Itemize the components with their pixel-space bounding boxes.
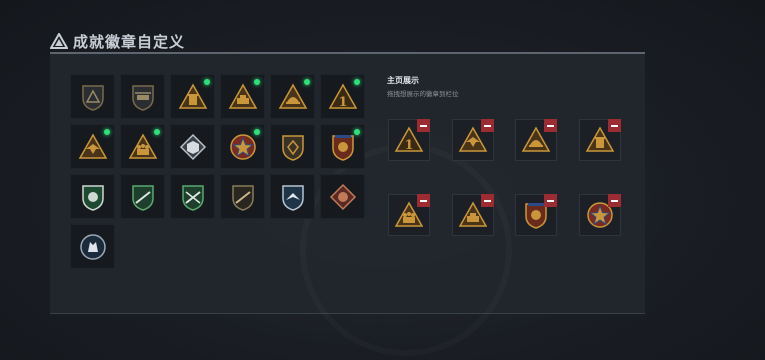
display-slot[interactable] [452,194,494,236]
new-indicator-dot [354,129,360,135]
minus-icon [611,124,618,127]
dark-round-rifle-icon [228,182,258,212]
gold-triangle-helmet-icon [278,82,308,112]
homepage-display-hint: 拖拽想展示的徽章到栏位 [387,90,459,98]
display-slot[interactable] [452,119,494,161]
badge-customize-panel: 1 主页展示 拖拽想展示的徽章到栏位 1 [50,52,645,314]
silver-diamond-cube-icon [178,132,208,162]
badge-cell[interactable] [70,174,115,219]
triangle-emblem-dark-icon [78,82,108,112]
badge-cell[interactable] [170,174,215,219]
round-wolf-medal-icon [78,232,108,262]
badge-cell[interactable] [270,174,315,219]
badge-cell[interactable] [170,124,215,169]
green-shield-lion-icon [78,182,108,212]
gold-triangle-soldiers-icon [128,132,158,162]
page-title: 成就徽章自定义 [73,32,186,51]
new-indicator-dot [254,79,260,85]
helicopter-emblem-icon [128,82,158,112]
badge-cell[interactable] [70,124,115,169]
new-indicator-dot [304,79,310,85]
remove-badge-button[interactable] [544,194,557,207]
badge-cell[interactable] [170,74,215,119]
svg-text:1: 1 [404,138,413,153]
achievement-triangle-icon [50,33,68,49]
gold-shield-emblem-icon [278,132,308,162]
remove-badge-button[interactable] [417,119,430,132]
red-diamond-crest-icon [328,182,358,212]
display-slot[interactable] [515,194,557,236]
new-indicator-dot [154,129,160,135]
display-slot[interactable] [579,194,621,236]
minus-icon [547,199,554,202]
svg-text:1: 1 [338,95,347,110]
minus-icon [547,124,554,127]
remove-badge-button[interactable] [481,194,494,207]
badge-cell[interactable] [120,74,165,119]
badge-cell[interactable] [120,174,165,219]
remove-badge-button[interactable] [608,194,621,207]
badge-cell[interactable] [220,74,265,119]
badge-cell[interactable]: 1 [320,74,365,119]
new-indicator-dot [104,129,110,135]
gold-triangle-eagle-icon [78,132,108,162]
display-slot[interactable]: 1 [388,119,430,161]
new-indicator-dot [354,79,360,85]
green-wreath-rifle-icon [128,182,158,212]
page-title-bar: 成就徽章自定义 [50,30,185,52]
minus-icon [420,124,427,127]
badge-cell[interactable] [270,74,315,119]
gold-triangle-number-1-icon: 1 [328,82,358,112]
blue-shield-wing-icon [278,182,308,212]
gold-triangle-building-icon [178,82,208,112]
badge-cell[interactable] [220,124,265,169]
gold-star-medal-icon [228,132,258,162]
remove-badge-button[interactable] [417,194,430,207]
minus-icon [484,124,491,127]
badge-cell[interactable] [320,174,365,219]
display-slot[interactable] [388,194,430,236]
remove-badge-button[interactable] [608,119,621,132]
remove-badge-button[interactable] [544,119,557,132]
badge-cell[interactable] [270,124,315,169]
minus-icon [484,199,491,202]
badge-cell[interactable] [320,124,365,169]
display-slot[interactable] [579,119,621,161]
green-wreath-rifles-icon [178,182,208,212]
remove-badge-button[interactable] [481,119,494,132]
display-slot[interactable] [515,119,557,161]
minus-icon [611,199,618,202]
badge-cell[interactable] [120,124,165,169]
new-indicator-dot [254,129,260,135]
gold-triangle-vehicle-icon [228,82,258,112]
homepage-display-title: 主页展示 [387,76,419,85]
badge-cell[interactable] [70,224,115,269]
badge-cell[interactable] [220,174,265,219]
minus-icon [420,199,427,202]
new-indicator-dot [204,79,210,85]
badge-collection-grid: 1 [70,74,365,269]
gold-crest-medal-icon [328,132,358,162]
badge-cell[interactable] [70,74,115,119]
